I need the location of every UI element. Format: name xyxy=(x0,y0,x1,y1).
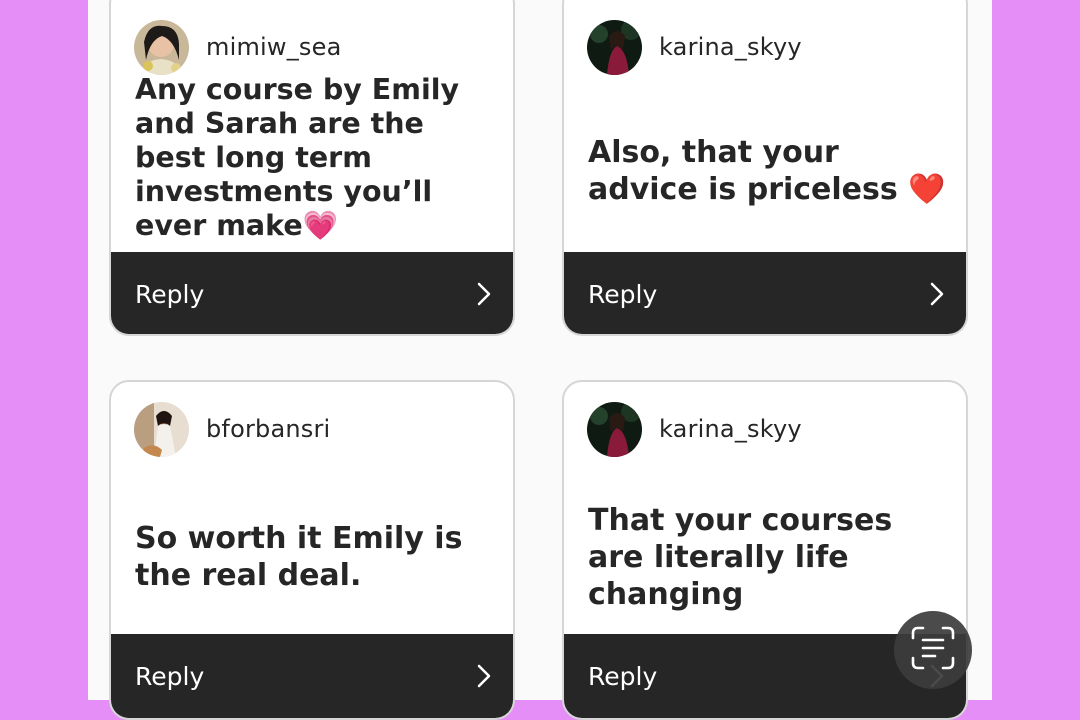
comment-header: mimiw_sea xyxy=(134,19,342,75)
live-text-scan-icon xyxy=(910,625,956,675)
comment-text-content: That your courses are literally life cha… xyxy=(588,502,893,612)
username[interactable]: bforbansri xyxy=(206,415,330,443)
comment-card: bforbansri So worth it Emily is the real… xyxy=(109,380,515,720)
chevron-right-icon xyxy=(930,282,944,306)
reply-button[interactable]: Reply xyxy=(111,634,513,718)
comment-header: karina_skyy xyxy=(587,401,802,457)
chevron-right-icon xyxy=(477,664,491,688)
avatar[interactable] xyxy=(134,401,189,457)
username[interactable]: mimiw_sea xyxy=(206,33,342,61)
reply-button[interactable]: Reply xyxy=(111,252,513,334)
comment-text-content: Any course by Emily and Sarah are the be… xyxy=(135,73,460,242)
comment-text: That your courses are literally life cha… xyxy=(588,482,946,632)
reply-label: Reply xyxy=(135,279,205,309)
red-heart-emoji: ❤️ xyxy=(908,172,946,207)
comment-card: karina_skyy Also, that your advice is pr… xyxy=(562,0,968,336)
avatar[interactable] xyxy=(134,19,189,75)
reply-label: Reply xyxy=(588,661,658,691)
pink-heart-emoji: 💗 xyxy=(302,209,339,242)
comment-text-content: Also, that your advice is priceless xyxy=(588,135,909,207)
comment-text: So worth it Emily is the real deal. xyxy=(135,482,493,632)
comment-header: karina_skyy xyxy=(587,19,802,75)
comment-header: bforbansri xyxy=(134,401,330,457)
reply-label: Reply xyxy=(588,279,658,309)
comment-text: Also, that your advice is priceless ❤️ xyxy=(588,96,946,246)
avatar[interactable] xyxy=(587,401,642,457)
reply-button[interactable]: Reply xyxy=(564,252,966,334)
comment-text: Any course by Emily and Sarah are the be… xyxy=(135,73,493,242)
chevron-right-icon xyxy=(477,282,491,306)
username[interactable]: karina_skyy xyxy=(659,33,802,61)
comment-text-content: So worth it Emily is the real deal. xyxy=(135,521,463,593)
reply-label: Reply xyxy=(135,661,205,691)
live-text-scan-button[interactable] xyxy=(894,611,972,689)
avatar[interactable] xyxy=(587,19,642,75)
username[interactable]: karina_skyy xyxy=(659,415,802,443)
comment-card: mimiw_sea Any course by Emily and Sarah … xyxy=(109,0,515,336)
